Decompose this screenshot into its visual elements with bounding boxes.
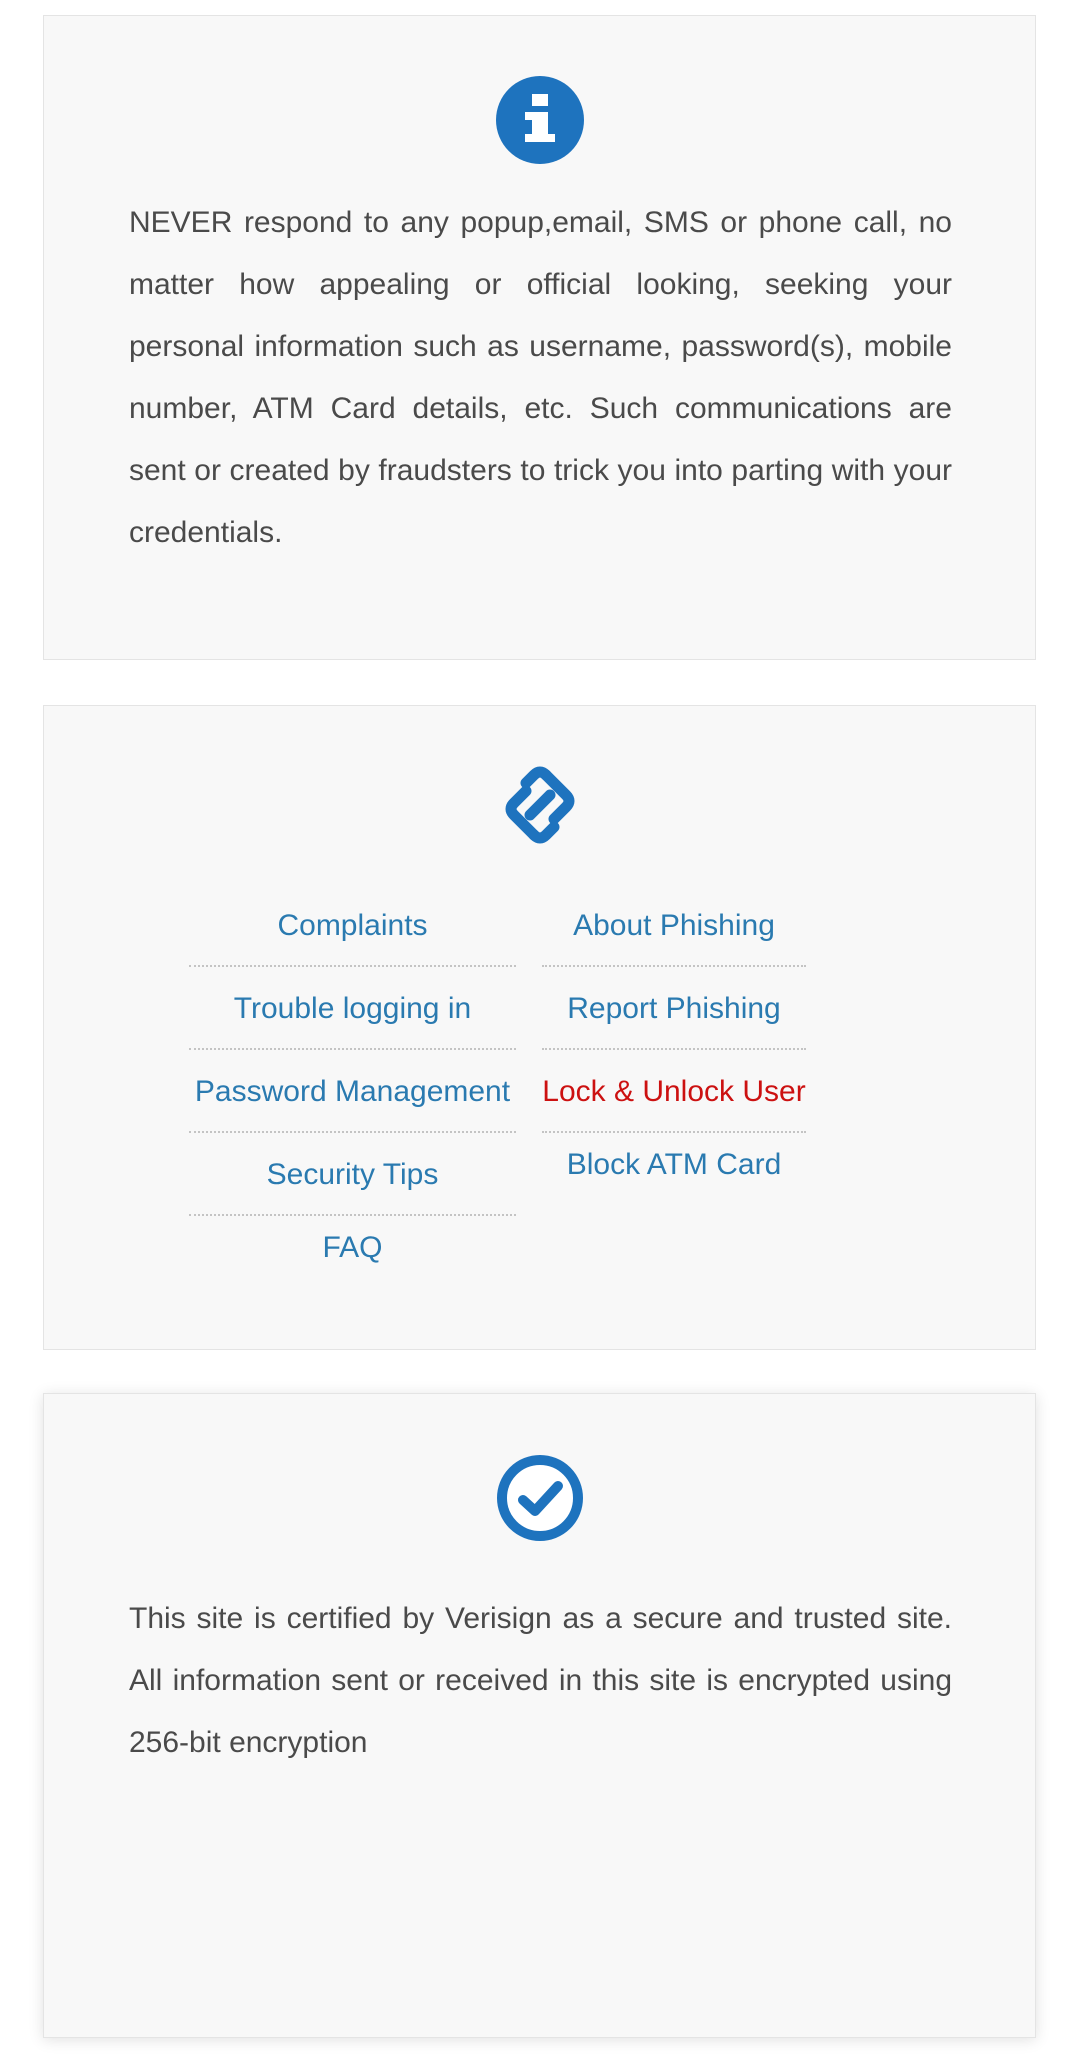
complaints-link[interactable]: Complaints <box>277 909 427 943</box>
trouble-logging-in-link[interactable]: Trouble logging in <box>234 992 471 1026</box>
list-item: FAQ <box>189 1218 516 1278</box>
list-item: Report Phishing <box>542 969 806 1050</box>
info-icon <box>495 76 584 164</box>
list-item: Complaints <box>189 886 516 967</box>
faq-link[interactable]: FAQ <box>322 1231 382 1265</box>
list-item: Lock & Unlock User <box>542 1052 806 1133</box>
block-atm-card-link[interactable]: Block ATM Card <box>567 1148 782 1182</box>
list-item: Trouble logging in <box>189 969 516 1050</box>
link-icon <box>505 766 574 844</box>
security-warning-text: NEVER respond to any popup,email, SMS or… <box>129 206 952 549</box>
quick-links-card: Complaints Trouble logging in Password M… <box>43 705 1036 1350</box>
list-item: About Phishing <box>542 886 806 967</box>
list-item: Security Tips <box>189 1135 516 1216</box>
list-item: Block ATM Card <box>542 1135 806 1195</box>
report-phishing-link[interactable]: Report Phishing <box>567 992 780 1026</box>
about-phishing-link[interactable]: About Phishing <box>573 909 775 943</box>
list-item: Password Management <box>189 1052 516 1133</box>
lock-unlock-user-link[interactable]: Lock & Unlock User <box>542 1075 805 1109</box>
verisign-certification-text: This site is certified by Verisign as a … <box>129 1602 952 1759</box>
quick-links-left-column: Complaints Trouble logging in Password M… <box>189 886 516 1280</box>
security-tips-link[interactable]: Security Tips <box>267 1158 439 1192</box>
check-circle-icon <box>496 1455 583 1541</box>
secure-site-card: This site is certified by Verisign as a … <box>43 1393 1036 2038</box>
quick-links-right-column: About Phishing Report Phishing Lock & Un… <box>542 886 806 1197</box>
info-card: NEVER respond to any popup,email, SMS or… <box>43 15 1036 660</box>
password-management-link[interactable]: Password Management <box>195 1075 510 1109</box>
